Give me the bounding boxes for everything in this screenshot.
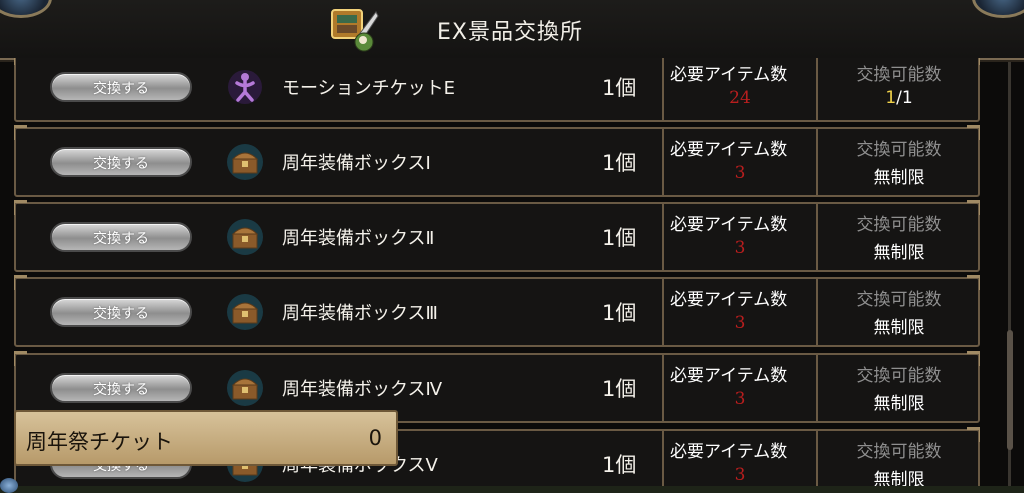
available-value: 1/1 <box>818 88 980 108</box>
required-value: 3 <box>734 238 746 258</box>
treasure-chest-icon <box>227 219 263 255</box>
required-value: 3 <box>734 465 746 485</box>
available-value: 無制限 <box>873 168 925 188</box>
list-item: 交換する 周年装備ボックスⅢ 1個 必要アイテム数 3 交換可能数 無制限 <box>14 275 980 347</box>
required-cell: 必要アイテム数 3 <box>662 204 816 270</box>
corner-orb-icon <box>972 0 1024 18</box>
required-value: 3 <box>734 163 746 183</box>
available-cell: 交換可能数 無制限 <box>816 279 980 345</box>
required-label: 必要アイテム数 <box>670 215 788 235</box>
item-quantity: 1個 <box>602 151 637 175</box>
item-name: 周年装備ボックスⅡ <box>282 228 435 249</box>
required-cell: 必要アイテム数 3 <box>662 279 816 345</box>
required-cell: 必要アイテム数 3 <box>662 355 816 421</box>
available-cell: 交換可能数 1/1 <box>816 58 980 120</box>
item-quantity: 1個 <box>602 76 637 100</box>
list-item: 交換する モーションチケットE 1個 必要アイテム数 24 交換可能数 1/1 <box>14 58 980 122</box>
available-cell: 交換可能数 無制限 <box>816 355 980 421</box>
list-item: 交換する 周年装備ボックスⅠ 1個 必要アイテム数 3 交換可能数 無制限 <box>14 125 980 197</box>
exchange-button[interactable]: 交換する <box>50 222 192 252</box>
available-cell: 交換可能数 無制限 <box>816 431 980 488</box>
item-name: 周年装備ボックスⅢ <box>282 303 438 324</box>
available-label: 交換可能数 <box>856 366 942 386</box>
available-label: 交換可能数 <box>856 65 942 85</box>
required-label: 必要アイテム数 <box>670 140 788 160</box>
item-name: モーションチケットE <box>282 78 456 99</box>
item-name: 周年装備ボックスⅠ <box>282 153 431 174</box>
available-cell: 交換可能数 無制限 <box>816 129 980 195</box>
ticket-balance-panel: 周年祭チケット 0 <box>14 410 398 466</box>
bottom-status-bar <box>0 486 1024 493</box>
status-orb-icon <box>0 478 18 493</box>
exchange-button[interactable]: 交換する <box>50 147 192 177</box>
exchange-button[interactable]: 交換する <box>50 373 192 403</box>
treasure-chest-icon <box>227 294 263 330</box>
list-item: 交換する 周年装備ボックスⅡ 1個 必要アイテム数 3 交換可能数 無制限 <box>14 200 980 272</box>
required-value: 3 <box>734 313 746 333</box>
available-label: 交換可能数 <box>856 442 942 462</box>
available-value: 無制限 <box>873 243 925 263</box>
header-bar: EX景品交換所 <box>0 0 1024 60</box>
treasure-chest-icon <box>227 370 263 406</box>
item-quantity: 1個 <box>602 377 637 401</box>
available-label: 交換可能数 <box>856 290 942 310</box>
required-cell: 必要アイテム数 3 <box>662 431 816 488</box>
corner-orb-icon <box>0 0 52 18</box>
available-value: 無制限 <box>873 394 925 414</box>
item-quantity: 1個 <box>602 226 637 250</box>
required-label: 必要アイテム数 <box>670 65 788 85</box>
treasure-chest-icon <box>227 144 263 180</box>
available-cell: 交換可能数 無制限 <box>816 204 980 270</box>
required-value: 3 <box>734 389 746 409</box>
ticket-count: 0 <box>368 426 382 450</box>
exchange-button[interactable]: 交換する <box>50 297 192 327</box>
available-label: 交換可能数 <box>856 140 942 160</box>
required-value: 24 <box>729 88 751 108</box>
required-cell: 必要アイテム数 24 <box>662 58 816 120</box>
item-name: 周年装備ボックスⅣ <box>282 379 443 400</box>
available-value: 無制限 <box>873 470 925 488</box>
motion-ticket-icon <box>228 70 262 104</box>
required-cell: 必要アイテム数 3 <box>662 129 816 195</box>
exchange-button[interactable]: 交換する <box>50 72 192 102</box>
available-total: /1 <box>896 88 913 108</box>
page-title: EX景品交換所 <box>437 20 583 45</box>
available-label: 交換可能数 <box>856 215 942 235</box>
item-quantity: 1個 <box>602 453 637 477</box>
ticket-label: 周年祭チケット <box>26 430 173 454</box>
trade-emblem-icon <box>331 9 379 52</box>
item-quantity: 1個 <box>602 301 637 325</box>
required-label: 必要アイテム数 <box>670 290 788 310</box>
available-value: 無制限 <box>873 318 925 338</box>
available-current: 1 <box>885 88 897 108</box>
required-label: 必要アイテム数 <box>670 366 788 386</box>
required-label: 必要アイテム数 <box>670 442 788 462</box>
scrollbar-thumb[interactable] <box>1007 330 1013 450</box>
